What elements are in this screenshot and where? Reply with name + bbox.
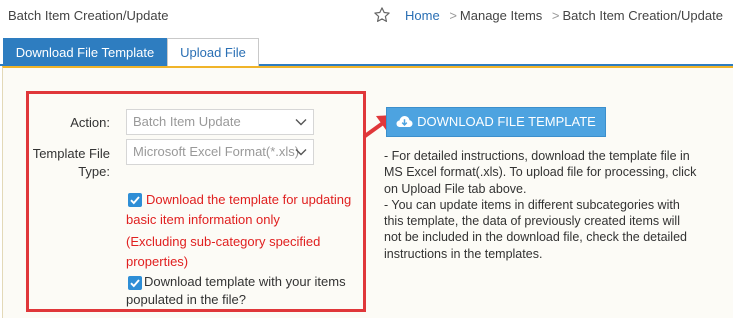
breadcrumb-home-link[interactable]: Home [405, 8, 440, 23]
update-basic-info-label-line3: (Excluding sub-category specified [126, 234, 321, 249]
tab-bar: Download File Template Upload File [0, 38, 733, 66]
chevron-down-icon [295, 149, 307, 156]
instructions-line: this template, the data of previously cr… [384, 214, 680, 229]
instructions-line: - You can update items in different subc… [384, 197, 680, 212]
instructions-line: MS Excel format(.xls). To upload file fo… [384, 165, 697, 180]
action-select[interactable]: Batch Item Update [126, 109, 314, 135]
template-type-label-line1: Template File [32, 146, 110, 161]
breadcrumb-item-manage-items[interactable]: Manage Items [460, 8, 542, 23]
update-basic-info-checkbox[interactable] [128, 193, 142, 207]
template-type-select[interactable]: Microsoft Excel Format(*.xls) [126, 139, 314, 165]
instructions-line: on Upload File tab above. [384, 181, 527, 196]
check-icon [130, 279, 140, 288]
template-type-select-value: Microsoft Excel Format(*.xls) [133, 144, 300, 159]
page-title: Batch Item Creation/Update [8, 8, 169, 23]
top-bar: Batch Item Creation/Update Home > Manage … [0, 0, 733, 32]
cloud-download-icon [396, 116, 413, 127]
action-select-value: Batch Item Update [133, 114, 241, 129]
update-basic-info-label-line4: properties) [126, 254, 189, 269]
populate-items-label-line1: Download template with your items [144, 274, 346, 289]
populate-items-label-line2: populated in the file? [126, 292, 246, 307]
breadcrumb-separator: > [551, 8, 560, 23]
instructions-line: - For detailed instructions, download th… [384, 149, 690, 163]
populate-items-checkbox[interactable] [128, 276, 142, 290]
breadcrumb-item-current: Batch Item Creation/Update [562, 8, 723, 23]
download-template-button[interactable]: DOWNLOAD FILE TEMPLATE [386, 107, 606, 137]
instructions-line: instructions in the templates. [384, 246, 543, 261]
breadcrumb: Home > Manage Items > Batch Item Creation/… [405, 8, 723, 23]
instructions-text: - For detailed instructions, download th… [384, 148, 722, 262]
update-basic-info-label-line1: Download the template for updating [146, 192, 352, 207]
instructions-line: not be included in the download file, ch… [384, 230, 687, 245]
check-icon [130, 196, 140, 205]
action-label: Action: [70, 115, 110, 130]
download-template-button-label: DOWNLOAD FILE TEMPLATE [417, 114, 596, 129]
update-basic-info-label-line2: basic item information only [126, 212, 280, 227]
template-type-label-line2: Type: [78, 164, 110, 179]
tab-download-file-template[interactable]: Download File Template [3, 38, 167, 66]
star-icon[interactable] [373, 6, 391, 24]
breadcrumb-separator: > [449, 8, 457, 23]
chevron-down-icon [295, 119, 307, 126]
tab-upload-file[interactable]: Upload File [167, 38, 259, 66]
